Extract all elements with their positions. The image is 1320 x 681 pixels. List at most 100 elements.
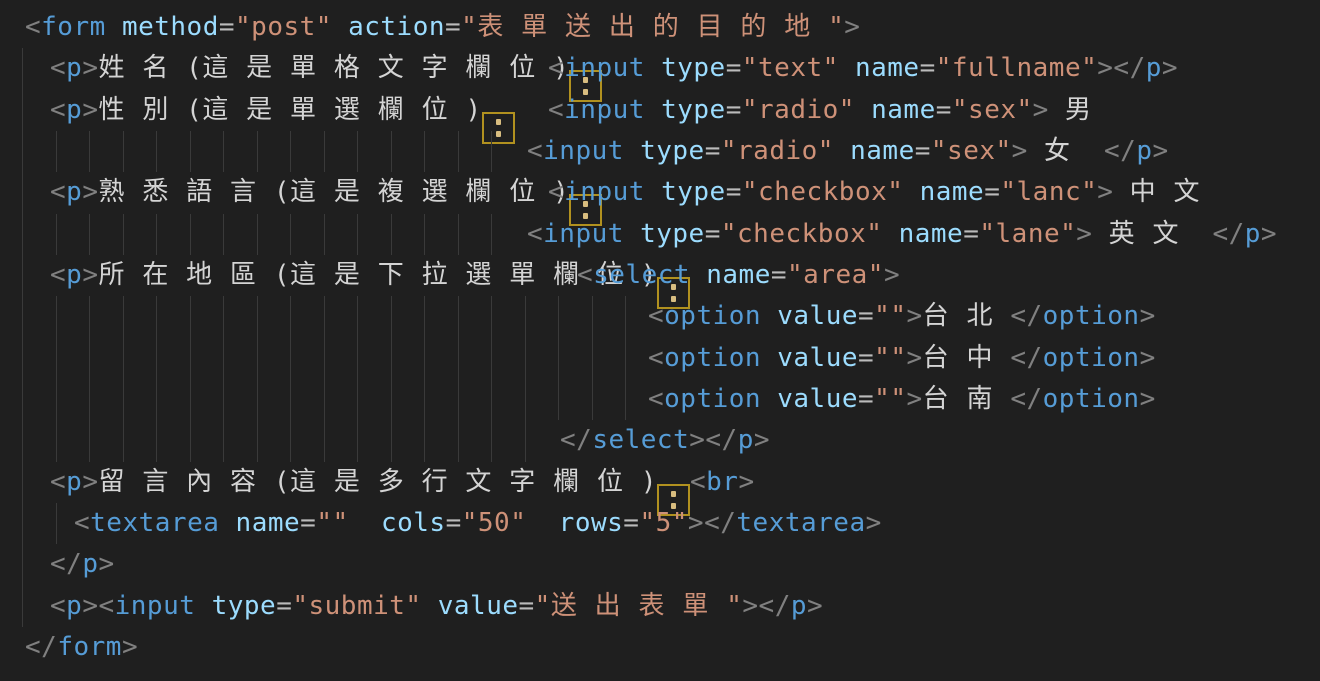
indent-guide [290,214,291,255]
indent-guide [56,420,57,461]
code-token: > [1140,301,1156,331]
code-token: > [1097,177,1113,207]
code-token: value [438,591,519,621]
code-token: 表單送出的目的地 [477,12,828,42]
code-token [1088,136,1104,166]
code-token [690,260,706,290]
code-line[interactable]: <p>留言內容(這是多行文字欄位)<br> [0,462,1320,503]
code-token [855,95,871,125]
code-token: input [543,219,624,249]
code-token: br [706,467,738,497]
indent-guide [22,503,23,544]
code-token: 英文 [1109,219,1197,249]
code-line[interactable]: <form method="post" action="表單送出的目的地"> [0,7,1320,48]
code-line[interactable]: <p><input type="submit" value="送出表單"></p… [0,586,1320,627]
code-token: > [866,508,882,538]
code-token [422,591,438,621]
code-token: 台中 [923,343,1011,373]
code-token: p [1136,136,1152,166]
code-token: > [1033,95,1049,125]
code-token: option [664,301,761,331]
indent-guide [290,338,291,379]
indent-guide [22,48,23,89]
code-token: ( [186,95,202,125]
code-token: type [212,591,277,621]
code-token: name [236,508,301,538]
code-token: type [640,136,705,166]
code-segment: <p><input type="submit" value="送出表單"></p… [50,586,823,627]
code-token: p [66,177,82,207]
code-segment: <option value="">台北</option> [648,296,1156,337]
code-line[interactable]: <textarea name="" cols="50" rows="5"></t… [0,503,1320,544]
code-token: = [519,591,535,621]
code-token: "submit" [292,591,421,621]
code-token: = [915,136,931,166]
code-token: = [858,343,874,373]
code-token: name [871,95,936,125]
indent-guide [324,131,325,172]
code-line[interactable]: <p>熟悉語言(這是複選欄位)<input type="checkbox" na… [0,172,1320,213]
indent-guide [491,379,492,420]
code-line[interactable]: </p> [0,544,1320,585]
code-token: < [50,177,66,207]
indent-guide [491,296,492,337]
code-token: >< [82,591,114,621]
code-line[interactable]: <input type="radio" name="sex"> 女 </p> [0,131,1320,172]
code-token: < [50,95,66,125]
code-token: 留言內容 [98,467,273,497]
code-token: ( [274,260,290,290]
indent-guide [89,379,90,420]
code-segment: <input type="radio" name="sex"> 女 </p> [527,131,1169,172]
indent-guide [592,296,593,337]
code-token: = [445,12,461,42]
indent-guide [223,296,224,337]
code-line[interactable]: <option value="">台南</option> [0,379,1320,420]
code-token: select [593,260,690,290]
code-token [1113,177,1129,207]
code-token: = [920,53,936,83]
code-token: = [963,219,979,249]
indent-guide [458,214,459,255]
code-token: input [115,591,196,621]
code-line[interactable]: <p>性別(這是單選欄位)<input type="radio" name="s… [0,90,1320,131]
code-line[interactable]: <option value="">台北</option> [0,296,1320,337]
indent-guide [22,90,23,131]
code-token: > [98,549,114,579]
code-token: = [623,508,639,538]
code-line[interactable]: </form> [0,627,1320,668]
indent-guide [190,296,191,337]
code-token: < [548,53,564,83]
code-segment: <input type="radio" name="sex"> 男 [548,90,1109,131]
code-token: name [920,177,985,207]
code-token: = [858,301,874,331]
code-token: option [1043,301,1140,331]
code-token: 台北 [923,301,1011,331]
code-editor[interactable]: <form method="post" action="表單送出的目的地"><p… [0,0,1320,681]
indent-guide [592,338,593,379]
code-line[interactable]: <input type="checkbox" name="lane"> 英文 <… [0,214,1320,255]
code-token: "" [874,343,906,373]
code-token: 熟悉語言 [98,177,273,207]
code-token: "checkbox" [721,219,883,249]
code-segment: <input type="checkbox" name="lanc"> 中文 [548,172,1217,213]
indent-guide [223,214,224,255]
code-token: form [57,632,122,662]
code-token: = [984,177,1000,207]
indent-guide [458,379,459,420]
code-token: input [564,177,645,207]
indent-guide [123,214,124,255]
code-line[interactable]: <p>姓名(這是單格文字欄位)<input type="text" name="… [0,48,1320,89]
code-token [882,219,898,249]
code-line[interactable]: </select></p> [0,420,1320,461]
code-line[interactable]: <p>所在地區(這是下拉選單欄位)<select name="area"> [0,255,1320,296]
code-token: " [535,591,551,621]
code-segment: <textarea name="" cols="50" rows="5"></t… [74,503,882,544]
code-token: > [906,384,922,414]
indent-guide [257,214,258,255]
code-line[interactable]: <option value="">台中</option> [0,338,1320,379]
indent-guide [458,420,459,461]
indent-guide [22,214,23,255]
indent-guide [424,379,425,420]
code-token: 男 [1065,95,1109,125]
indent-guide [525,296,526,337]
